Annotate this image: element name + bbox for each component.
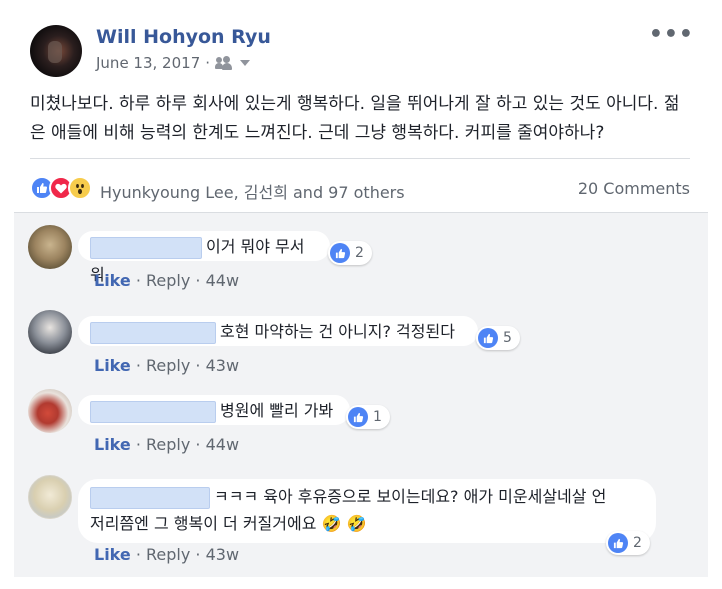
comment-like-count[interactable]: 1 — [346, 405, 390, 429]
comments-section: 이거 뭐야 무서워 2 Like · Reply · 44w 호현 마약하는 건… — [14, 212, 708, 577]
comment-bubble: 호현 마약하는 건 아니지? 걱정된다 — [78, 316, 478, 346]
redacted-name[interactable] — [90, 321, 216, 344]
comment-time[interactable]: 44w — [206, 435, 239, 454]
comment-text-line2: 저리쯤엔 그 행복이 더 커질거에요 — [90, 514, 317, 533]
comment-actions: Like · Reply · 43w — [94, 545, 240, 564]
author-avatar[interactable] — [30, 25, 82, 77]
comment-actions: Like · Reply · 44w — [94, 271, 240, 290]
post-meta: June 13, 2017 · — [96, 54, 251, 72]
reactors-summary[interactable]: Hyunkyoung Lee, 김선희 and 97 others — [100, 179, 405, 203]
commenter-avatar[interactable] — [28, 389, 72, 433]
comment-like-count[interactable]: 5 — [476, 326, 520, 350]
comment-time[interactable]: 43w — [206, 356, 239, 375]
comment-bubble: 병원에 빨리 가봐 — [78, 395, 350, 425]
commenter-avatar[interactable] — [28, 225, 72, 269]
comment-actions: Like · Reply · 44w — [94, 435, 240, 454]
redacted-name[interactable] — [90, 236, 202, 259]
comment-like-count[interactable]: 2 — [328, 241, 372, 265]
comment-like-link[interactable]: Like — [94, 271, 131, 290]
like-icon — [608, 533, 628, 553]
chevron-down-icon[interactable] — [240, 60, 251, 66]
comment-actions: Like · Reply · 43w — [94, 356, 240, 375]
rofl-emoji-icon: 🤣 🤣 — [321, 514, 367, 533]
comment-time[interactable]: 44w — [206, 271, 239, 290]
redacted-name[interactable] — [90, 400, 216, 423]
comment-reply-link[interactable]: Reply — [146, 435, 190, 454]
comment-reply-link[interactable]: Reply — [146, 356, 190, 375]
comment-like-link[interactable]: Like — [94, 435, 131, 454]
reaction-icons[interactable] — [30, 176, 92, 200]
comment-bubble: ㅋㅋㅋ 육아 후유증으로 보이는데요? 애가 미운세살네살 언 저리쯤엔 그 행… — [78, 479, 656, 543]
wow-reaction-icon — [68, 176, 92, 200]
post-date[interactable]: June 13, 2017 — [96, 54, 200, 72]
redacted-name[interactable] — [90, 486, 210, 509]
comment-text-line1: ㅋㅋㅋ 육아 후유증으로 보이는데요? 애가 미운세살네살 언 — [214, 487, 607, 506]
comment-like-link[interactable]: Like — [94, 356, 131, 375]
comments-count[interactable]: 20 Comments — [578, 179, 690, 198]
author-name[interactable]: Will Hohyon Ryu — [96, 26, 271, 48]
comment-text: 병원에 빨리 가봐 — [220, 401, 334, 420]
comment-like-count[interactable]: 2 — [606, 531, 650, 555]
comment-reply-link[interactable]: Reply — [146, 545, 190, 564]
comment-text: 호현 마약하는 건 아니지? 걱정된다 — [220, 322, 455, 341]
like-icon — [330, 243, 350, 263]
like-icon — [348, 407, 368, 427]
commenter-avatar[interactable] — [28, 310, 72, 354]
post-text: 미쳤나보다. 하루 하루 회사에 있는게 행복하다. 일을 뛰어나게 잘 하고 … — [30, 94, 680, 143]
like-icon — [478, 328, 498, 348]
facebook-post: Will Hohyon Ryu June 13, 2017 · ••• 미쳤나보… — [0, 0, 722, 589]
comment-reply-link[interactable]: Reply — [146, 271, 190, 290]
comment-time[interactable]: 43w — [206, 545, 239, 564]
comment-bubble: 이거 뭐야 무서워 — [78, 231, 330, 284]
divider — [30, 158, 690, 159]
comment-like-link[interactable]: Like — [94, 545, 131, 564]
meta-separator: · — [205, 54, 211, 72]
more-options-icon[interactable]: ••• — [649, 22, 694, 47]
commenter-avatar[interactable] — [28, 475, 72, 519]
friends-icon[interactable] — [215, 56, 233, 70]
